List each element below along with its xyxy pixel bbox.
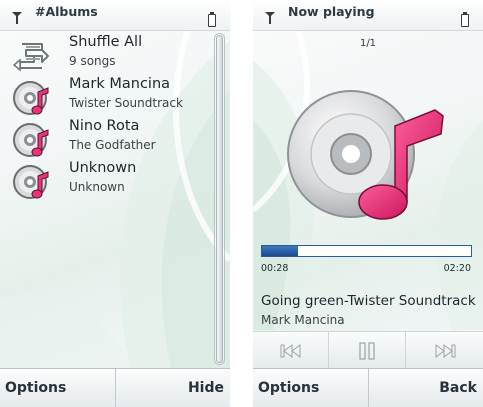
list-item-album[interactable]: Nino Rota The Godfather xyxy=(0,118,214,160)
item-title: Unknown xyxy=(69,160,137,176)
scrollbar-thumb[interactable] xyxy=(216,35,223,363)
item-title: Shuffle All xyxy=(69,34,143,50)
item-title: Nino Rota xyxy=(69,118,140,134)
list-item-album[interactable]: Unknown Unknown xyxy=(0,160,214,202)
next-icon xyxy=(435,344,455,358)
options-softkey[interactable]: Options xyxy=(253,369,369,407)
status-bar: Now playing xyxy=(253,0,483,31)
previous-button[interactable] xyxy=(253,332,329,370)
signal-icon xyxy=(265,12,275,24)
album-art-music-icon xyxy=(287,90,444,220)
softkey-bar: Options Back xyxy=(253,368,483,407)
track-position: 1/1 xyxy=(359,38,377,49)
next-button[interactable] xyxy=(406,332,483,370)
total-duration: 02:20 xyxy=(443,263,471,274)
page-title: #Albums xyxy=(35,4,98,19)
options-softkey[interactable]: Options xyxy=(0,369,116,407)
back-softkey[interactable]: Back xyxy=(369,369,483,407)
list-item-shuffle-all[interactable]: Shuffle All 9 songs xyxy=(0,34,214,76)
signal-icon xyxy=(12,12,22,24)
item-subtitle: The Godfather xyxy=(69,138,156,152)
pause-button[interactable] xyxy=(329,332,406,370)
battery-icon xyxy=(208,12,216,27)
item-title: Mark Mancina xyxy=(69,76,171,92)
softkey-bar: Options Hide xyxy=(0,368,230,407)
albums-screen: #Albums Shuffle All 9 songs Mark Mancina… xyxy=(0,0,230,407)
pause-icon xyxy=(359,342,375,360)
album-music-icon xyxy=(13,165,49,199)
battery-icon xyxy=(461,12,469,27)
shuffle-icon xyxy=(12,43,49,72)
hide-softkey[interactable]: Hide xyxy=(116,369,230,407)
playback-controls xyxy=(253,331,483,370)
item-subtitle: 9 songs xyxy=(69,54,116,68)
status-bar: #Albums xyxy=(0,0,230,31)
list-item-album[interactable]: Mark Mancina Twister Soundtrack xyxy=(0,76,214,118)
item-subtitle: Twister Soundtrack xyxy=(69,96,183,110)
previous-icon xyxy=(280,344,300,358)
song-title: Going green-Twister Soundtrack xyxy=(261,293,476,309)
page-title: Now playing xyxy=(288,4,375,19)
song-artist: Mark Mancina xyxy=(261,313,345,327)
scrollbar[interactable] xyxy=(214,33,225,365)
item-subtitle: Unknown xyxy=(69,180,125,194)
elapsed-time: 00:28 xyxy=(261,263,289,274)
album-music-icon xyxy=(13,81,49,115)
now-playing-screen: Now playing 1/1 00:28 02:20 Going green-… xyxy=(253,0,483,407)
progress-fill xyxy=(262,246,298,256)
album-music-icon xyxy=(13,123,49,157)
progress-bar[interactable] xyxy=(261,245,472,257)
